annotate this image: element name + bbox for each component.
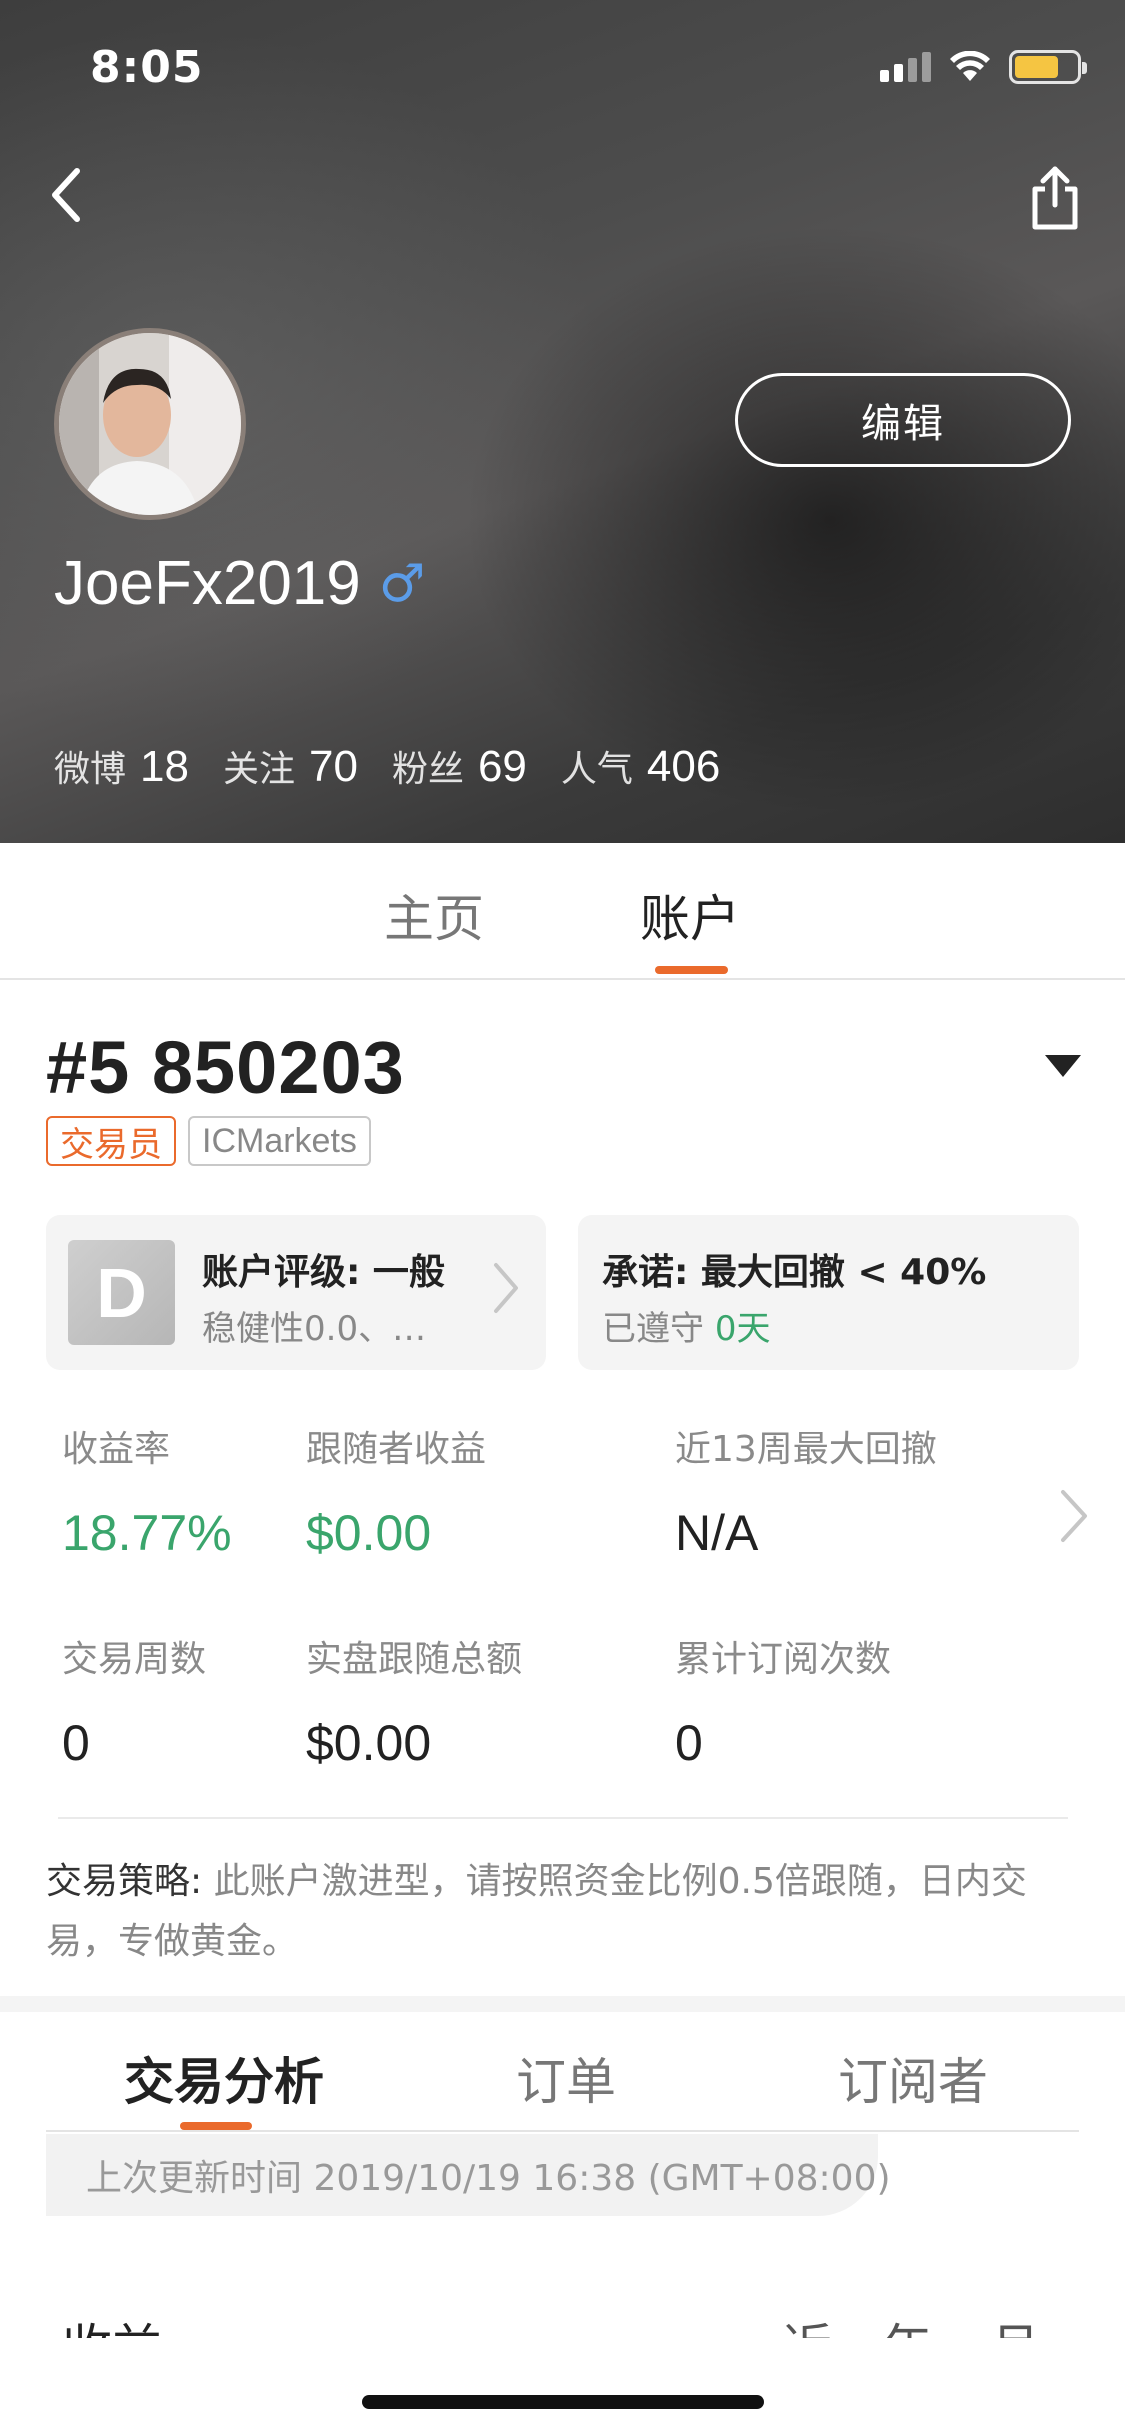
profile-stats: 微博 18 关注 70 粉丝 69 人气 406 (54, 740, 720, 792)
stat-popularity: 人气 406 (561, 740, 720, 792)
cellular-signal-icon (880, 52, 931, 82)
stat-following[interactable]: 关注 70 (223, 740, 358, 792)
battery-level (1015, 56, 1059, 78)
promise-kept-days: 0天 (714, 1309, 771, 1349)
last-updated-bar: 上次更新时间 2019/10/19 16:38 (GMT+08:00) (46, 2134, 891, 2216)
metric-value-follower-profit: $0.00 (306, 1505, 432, 1561)
share-button[interactable] (1015, 158, 1095, 238)
username-row: JoeFx2019 ♂ (54, 548, 425, 619)
account-tags: 交易员 ICMarkets (46, 1116, 371, 1166)
caret-down-icon[interactable] (1045, 1055, 1081, 1077)
avatar[interactable] (54, 328, 246, 520)
trading-strategy: 交易策略: 此账户激进型，请按照资金比例0.5倍跟随，日内交易，专做黄金。 (46, 1852, 1066, 1972)
metric-label: 实盘跟随总额 (306, 1639, 523, 1680)
profile-header: 8:05 编辑 JoeFx2019 ♂ 微博 18 关注 70 粉丝 69 人气… (0, 0, 1125, 843)
stat-label: 关注 (222, 749, 295, 790)
broker-tag: ICMarkets (188, 1116, 371, 1166)
chevron-right-icon[interactable] (1057, 1488, 1089, 1544)
metric-label: 近13周最大回撤 (675, 1429, 937, 1470)
tab-account[interactable]: 账户 (640, 879, 740, 951)
promise-title: 承诺: 最大回撤 < 40% (602, 1252, 987, 1293)
returns-header-partial: 收益 近一年 月 (0, 2300, 1125, 2338)
metric-value-return: 18.77% (62, 1505, 232, 1561)
wifi-icon (950, 51, 990, 81)
rating-title: 账户评级: 一般 (202, 1252, 445, 1293)
account-rating-card[interactable]: D 账户评级: 一般 稳健性0.0、… (46, 1215, 546, 1370)
tab-subscribers[interactable]: 订阅者 (838, 2042, 988, 2114)
divider (58, 1817, 1068, 1819)
analysis-tab-bar: 交易分析 订单 订阅者 (46, 2012, 1079, 2132)
grade-badge: D (68, 1240, 175, 1345)
stat-followers[interactable]: 粉丝 69 (392, 740, 527, 792)
account-number: #5 850203 (46, 1026, 405, 1109)
username: JoeFx2019 (54, 549, 361, 618)
section-separator (0, 1996, 1125, 2012)
home-indicator (362, 2395, 764, 2409)
chevron-right-icon (494, 1263, 518, 1313)
stat-value: 70 (308, 742, 358, 791)
status-icons (880, 50, 1087, 84)
strategy-label: 交易策略: (46, 1861, 203, 1902)
promise-status: 已遵守 0天 (602, 1301, 770, 1350)
stat-label: 微博 (54, 749, 127, 790)
stat-label: 人气 (560, 749, 633, 790)
stat-label: 粉丝 (391, 749, 464, 790)
main-tab-bar: 主页 账户 (0, 843, 1125, 980)
male-gender-icon: ♂ (378, 553, 426, 614)
stat-value: 18 (140, 742, 189, 791)
tab-home[interactable]: 主页 (384, 879, 484, 951)
metric-value-subscriptions: 0 (675, 1715, 703, 1771)
share-icon (1032, 166, 1078, 230)
promise-kept-label: 已遵守 (602, 1309, 704, 1349)
back-button[interactable] (30, 160, 100, 230)
tab-active-indicator (655, 966, 728, 974)
battery-icon (1009, 50, 1087, 84)
metric-label: 交易周数 (62, 1639, 207, 1680)
metric-value-follow-total: $0.00 (306, 1715, 432, 1771)
period-month[interactable]: 月 (990, 2308, 1040, 2338)
metric-value-max-drawdown: N/A (675, 1505, 759, 1561)
stat-value: 406 (646, 742, 721, 791)
chevron-left-icon (52, 168, 80, 222)
metric-label: 累计订阅次数 (675, 1639, 892, 1680)
promise-card[interactable]: 承诺: 最大回撤 < 40% 已遵守 0天 (578, 1215, 1079, 1370)
tab-active-indicator (180, 2122, 252, 2130)
tab-orders[interactable]: 订单 (516, 2042, 616, 2114)
tab-trade-analysis[interactable]: 交易分析 (124, 2042, 324, 2114)
avatar-photo (59, 333, 241, 515)
period-one-year[interactable]: 近一年 (782, 2308, 932, 2338)
stat-weibo[interactable]: 微博 18 (54, 740, 189, 792)
rating-subtitle: 稳健性0.0、… (202, 1309, 427, 1349)
metric-label: 收益率 (62, 1429, 171, 1470)
returns-title: 收益 (62, 2308, 162, 2338)
status-time: 8:05 (90, 42, 204, 93)
trader-tag: 交易员 (46, 1116, 176, 1166)
edit-profile-button[interactable]: 编辑 (735, 373, 1071, 467)
metric-label: 跟随者收益 (306, 1429, 487, 1470)
stat-value: 69 (477, 742, 527, 791)
metric-value-trade-weeks: 0 (62, 1715, 90, 1771)
